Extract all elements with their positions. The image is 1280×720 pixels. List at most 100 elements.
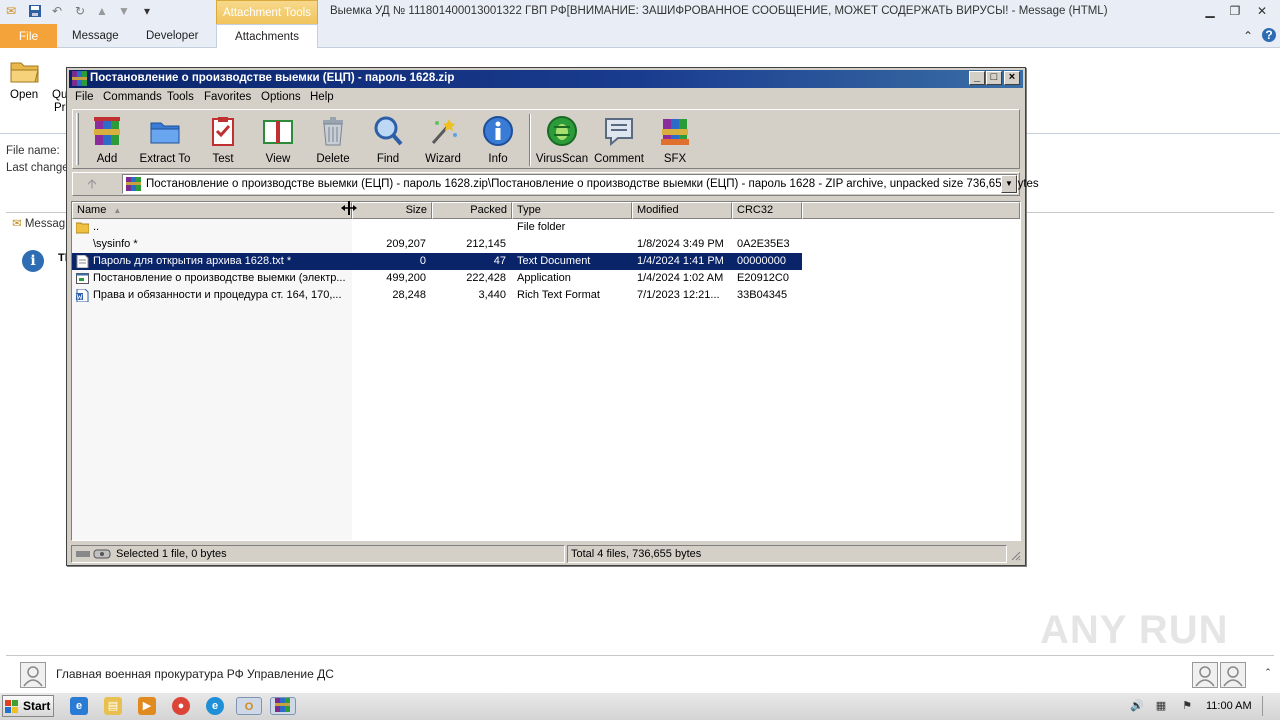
file-packed: 222,428 <box>466 272 506 284</box>
winrar-app-icon <box>72 71 87 86</box>
show-desktop-button[interactable] <box>1262 696 1278 716</box>
people-pane-sender[interactable]: Главная военная прокуратура РФ Управлени… <box>56 667 334 681</box>
file-type: Application <box>517 272 571 284</box>
network-icon[interactable]: ▦ <box>1154 700 1168 712</box>
edge-icon[interactable]: e <box>206 697 224 715</box>
file-crc: E20912C0 <box>737 272 789 284</box>
minimize-button[interactable]: ▁ <box>1202 3 1218 19</box>
file-packed: 3,440 <box>478 289 506 301</box>
column-header-name[interactable]: Name ▲ <box>72 202 352 219</box>
volume-icon[interactable]: 🔊 <box>1130 700 1144 712</box>
table-row[interactable]: Права и обязанности и процедура ст. 164,… <box>72 287 802 304</box>
menu-file[interactable]: File <box>75 91 94 103</box>
comment-button[interactable]: Comment <box>591 113 647 167</box>
up-one-level-icon[interactable]: 🡩 <box>84 176 100 192</box>
winrar-taskbar-icon[interactable] <box>270 697 296 715</box>
down-arrow-icon[interactable]: ▼ <box>117 4 131 18</box>
drive-icon[interactable] <box>76 549 112 559</box>
resize-grip-icon[interactable] <box>1009 549 1021 561</box>
menu-help[interactable]: Help <box>310 91 334 103</box>
add-button[interactable]: Add <box>79 113 135 167</box>
delete-button[interactable]: Delete <box>305 113 361 167</box>
file-explorer-icon[interactable]: ▤ <box>104 697 122 715</box>
flag-icon[interactable]: ⚑ <box>1180 700 1194 712</box>
file-crc: 33B04345 <box>737 289 788 301</box>
close-button[interactable]: ✕ <box>1254 3 1270 19</box>
extract-folder-icon <box>149 115 181 147</box>
application-file-icon <box>76 272 89 285</box>
file-name: Постановление о производстве выемки (эле… <box>93 272 346 284</box>
file-modified: 1/4/2024 1:41 PM <box>637 255 724 267</box>
archive-path: Постановление о производстве выемки (ЕЦП… <box>146 178 1039 190</box>
virusscan-button[interactable]: VirusScan <box>534 113 590 167</box>
menu-tools[interactable]: Tools <box>167 91 194 103</box>
menu-favorites[interactable]: Favorites <box>204 91 251 103</box>
clock[interactable]: 11:00 AM <box>1206 700 1252 712</box>
column-name-label: Name <box>77 204 107 216</box>
word-document-icon <box>76 288 89 303</box>
view-book-icon <box>262 115 294 147</box>
open-folder-icon[interactable] <box>10 58 40 84</box>
sfx-button[interactable]: SFX <box>647 113 703 167</box>
chrome-icon[interactable]: ● <box>172 697 190 715</box>
customize-qat-icon[interactable]: ▾ <box>140 4 154 18</box>
message-tab[interactable]: ✉ Messag <box>6 214 68 234</box>
column-header-crc32[interactable]: CRC32 <box>732 202 802 219</box>
file-type: Text Document <box>517 255 591 267</box>
test-button[interactable]: Test <box>195 113 251 167</box>
sfx-label: SFX <box>663 153 687 165</box>
table-row[interactable]: Постановление о производстве выемки (эле… <box>72 270 802 287</box>
column-header-modified[interactable]: Modified <box>632 202 732 219</box>
media-player-icon[interactable]: ▶ <box>138 697 156 715</box>
tab-message[interactable]: Message <box>66 24 125 48</box>
winrar-window-title: Постановление о производстве выемки (ЕЦП… <box>90 72 455 84</box>
column-header-size[interactable]: Size <box>352 202 432 219</box>
undo-icon[interactable]: ↶ <box>50 4 64 18</box>
table-row[interactable]: \sysinfo * 209,207 212,145 1/8/2024 3:49… <box>72 236 802 253</box>
status-selection: Selected 1 file, 0 bytes <box>116 548 227 560</box>
maximize-button[interactable]: ❐ <box>1227 3 1243 19</box>
expand-people-pane-icon[interactable]: ⌃ <box>1260 664 1276 680</box>
file-size: 28,248 <box>392 289 426 301</box>
comment-bubble-icon <box>603 115 635 147</box>
winrar-close-button[interactable]: × <box>1004 71 1020 85</box>
avatar <box>20 662 46 688</box>
help-icon[interactable]: ? <box>1262 28 1276 42</box>
find-button[interactable]: Find <box>360 113 416 167</box>
winrar-minimize-button[interactable]: _ <box>969 71 985 85</box>
table-row[interactable]: .. File folder <box>72 219 802 236</box>
text-file-icon <box>76 254 89 269</box>
table-row-selected[interactable]: Пароль для открытия архива 1628.txt * 0 … <box>72 253 802 270</box>
menu-options[interactable]: Options <box>261 91 301 103</box>
column-resize-cursor-icon <box>340 200 358 216</box>
menu-commands[interactable]: Commands <box>103 91 162 103</box>
open-button-label[interactable]: Open <box>10 89 38 101</box>
folder-up-icon <box>75 221 90 234</box>
redo-icon[interactable]: ↻ <box>73 4 87 18</box>
extract-to-label: Extract To <box>139 153 191 165</box>
wizard-button[interactable]: Wizard <box>415 113 471 167</box>
info-button[interactable]: Info <box>470 113 526 167</box>
view-button[interactable]: View <box>250 113 306 167</box>
tab-file[interactable]: File <box>0 24 57 48</box>
tab-attachments[interactable]: Attachments <box>216 24 318 48</box>
test-label: Test <box>212 153 234 165</box>
collapse-ribbon-icon[interactable]: ⌃ <box>1240 28 1256 44</box>
up-arrow-icon[interactable]: ▲ <box>95 4 109 18</box>
extract-to-button[interactable]: Extract To <box>137 113 193 167</box>
address-dropdown-icon[interactable]: ▼ <box>1001 175 1017 193</box>
file-type: Rich Text Format <box>517 289 600 301</box>
file-packed: 212,145 <box>466 238 506 250</box>
tab-developer[interactable]: Developer <box>140 24 204 48</box>
bug-scan-icon <box>546 115 578 147</box>
file-crc: 0A2E35E3 <box>737 238 790 250</box>
column-header-type[interactable]: Type <box>512 202 632 219</box>
column-header-packed[interactable]: Packed <box>432 202 512 219</box>
save-icon[interactable] <box>28 4 42 18</box>
winrar-maximize-button[interactable]: □ <box>986 71 1002 85</box>
internet-explorer-icon[interactable]: e <box>70 697 88 715</box>
outlook-taskbar-icon[interactable]: O <box>236 697 262 715</box>
file-size: 0 <box>419 255 426 267</box>
find-label: Find <box>376 153 400 165</box>
file-name: Права и обязанности и процедура ст. 164,… <box>93 289 342 301</box>
